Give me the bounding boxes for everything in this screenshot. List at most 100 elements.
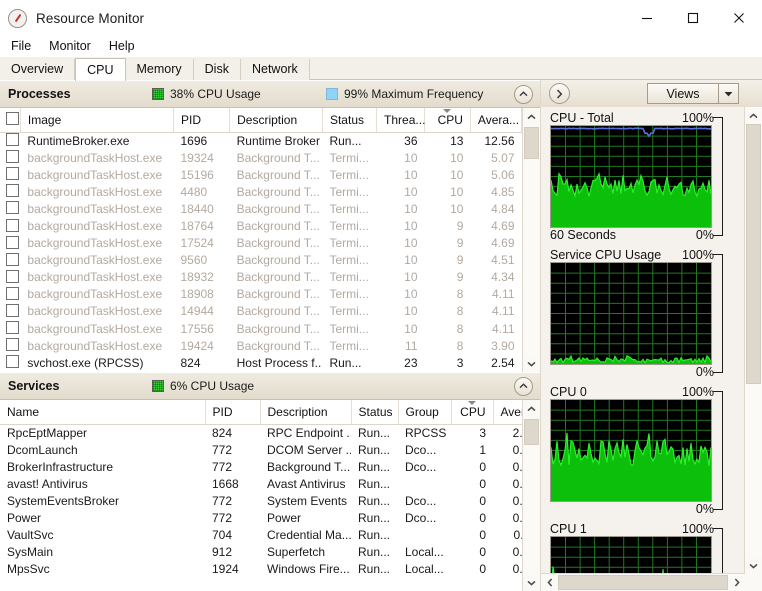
table-row[interactable]: backgroundTaskHost.exe 18764 Background T.… (0, 217, 522, 234)
processes-collapse-button[interactable] (514, 84, 533, 104)
table-row[interactable]: backgroundTaskHost.exe 18440 Background T.… (0, 200, 522, 217)
row-checkbox-cell[interactable] (0, 354, 20, 371)
row-checkbox-cell[interactable] (0, 217, 20, 234)
table-row[interactable]: backgroundTaskHost.exe 14944 Background T.… (0, 303, 522, 320)
col-average[interactable]: Avera... (470, 108, 522, 133)
processes-scrollbar[interactable] (522, 108, 540, 372)
row-checkbox[interactable] (6, 184, 19, 198)
tab-overview[interactable]: Overview (0, 59, 76, 80)
row-checkbox-cell[interactable] (0, 337, 20, 354)
row-checkbox[interactable] (6, 167, 19, 181)
svc-col-name[interactable]: Name (0, 400, 206, 425)
graph-pane-vscrollbar[interactable] (744, 107, 762, 574)
tab-disk[interactable]: Disk (193, 59, 241, 80)
graph-scroll-track[interactable] (745, 124, 762, 557)
services-scroll-thumb[interactable] (524, 419, 539, 445)
graph-scroll-thumb[interactable] (746, 124, 761, 384)
row-checkbox-cell[interactable] (0, 132, 20, 149)
row-checkbox-cell[interactable] (0, 303, 20, 320)
table-row[interactable]: SysMain 912 Superfetch Run... Local... 0 0.09 (0, 544, 522, 561)
row-checkbox-cell[interactable] (0, 320, 20, 337)
graph-hscroll-thumb[interactable] (558, 575, 728, 590)
tab-memory[interactable]: Memory (125, 59, 194, 80)
table-row[interactable]: RpcEptMapper 824 RPC Endpoint ... Run... RPC… (0, 424, 522, 441)
svc-col-cpu[interactable]: CPU (451, 400, 494, 425)
table-row[interactable]: backgroundTaskHost.exe 19324 Background T.… (0, 149, 522, 166)
table-row[interactable]: backgroundTaskHost.exe 19424 Background T.… (0, 337, 522, 354)
row-checkbox-cell[interactable] (0, 252, 20, 269)
services-scroll-track[interactable] (523, 417, 540, 574)
row-checkbox-cell[interactable] (0, 166, 20, 183)
row-checkbox[interactable] (6, 355, 19, 369)
menu-file[interactable]: File (7, 38, 40, 55)
row-checkbox[interactable] (6, 338, 19, 352)
graph-pane-hscrollbar[interactable] (541, 573, 745, 591)
graph-scroll-down-button[interactable] (745, 557, 762, 574)
table-row[interactable]: backgroundTaskHost.exe 17524 Background T.… (0, 235, 522, 252)
row-checkbox-cell[interactable] (0, 286, 20, 303)
close-button[interactable] (716, 0, 762, 36)
graph-hscroll-track[interactable] (558, 574, 728, 591)
graph-scroll-up-button[interactable] (745, 107, 762, 124)
processes-section-header[interactable]: Processes 38% CPU Usage 99% Maximum Freq… (0, 80, 540, 108)
views-dropdown-arrow[interactable] (719, 91, 738, 97)
table-row[interactable]: VaultSvc 704 Credential Ma... Run... 0 0.11 (0, 527, 522, 544)
select-all-checkbox[interactable] (6, 112, 19, 126)
tab-cpu[interactable]: CPU (75, 58, 126, 81)
tab-network[interactable]: Network (240, 59, 310, 80)
table-row[interactable]: backgroundTaskHost.exe 18908 Background T.… (0, 286, 522, 303)
graph-scroll-left-button[interactable] (541, 574, 558, 591)
table-row[interactable]: Power 772 Power Run... Dco... 0 0.19 (0, 509, 522, 526)
expand-graph-pane-button[interactable] (549, 83, 570, 104)
menu-help[interactable]: Help (105, 38, 144, 55)
col-image[interactable]: Image (20, 108, 174, 133)
row-checkbox[interactable] (6, 269, 19, 283)
table-row[interactable]: backgroundTaskHost.exe 9560 Background T..… (0, 252, 522, 269)
services-scrollbar[interactable] (522, 400, 540, 591)
svc-col-average[interactable]: Avera... (493, 400, 522, 425)
row-checkbox[interactable] (6, 133, 19, 147)
table-row[interactable]: backgroundTaskHost.exe 18932 Background T.… (0, 269, 522, 286)
svc-col-group[interactable]: Group (398, 400, 452, 425)
processes-scroll-thumb[interactable] (524, 127, 539, 159)
row-checkbox-cell[interactable] (0, 149, 20, 166)
row-checkbox-cell[interactable] (0, 235, 20, 252)
table-row[interactable]: SystemEventsBroker 772 System Events ... Ru… (0, 492, 522, 509)
services-scroll-up-button[interactable] (523, 400, 540, 417)
processes-select-all-header[interactable] (0, 108, 21, 133)
col-threads[interactable]: Threa... (376, 108, 425, 133)
processes-scroll-up-button[interactable] (523, 108, 540, 125)
col-cpu[interactable]: CPU (424, 108, 471, 133)
graph-scroll-right-button[interactable] (728, 574, 745, 591)
svc-col-status[interactable]: Status (351, 400, 399, 425)
row-checkbox[interactable] (6, 201, 19, 215)
svc-col-description[interactable]: Description (260, 400, 352, 425)
row-checkbox[interactable] (6, 150, 19, 164)
col-description[interactable]: Description (229, 108, 323, 133)
row-checkbox[interactable] (6, 303, 19, 317)
row-checkbox-cell[interactable] (0, 269, 20, 286)
table-row[interactable]: RuntimeBroker.exe 1696 Runtime Broker Run..… (0, 132, 522, 149)
row-checkbox-cell[interactable] (0, 200, 20, 217)
row-checkbox-cell[interactable] (0, 183, 20, 200)
minimize-button[interactable] (624, 0, 670, 36)
row-checkbox[interactable] (6, 218, 19, 232)
services-collapse-button[interactable] (514, 376, 533, 396)
row-checkbox[interactable] (6, 286, 19, 300)
row-checkbox[interactable] (6, 235, 19, 249)
table-row[interactable]: DcomLaunch 772 DCOM Server ... Run... Dco...… (0, 441, 522, 458)
services-section-header[interactable]: Services 6% CPU Usage (0, 372, 540, 400)
maximize-button[interactable] (670, 0, 716, 36)
views-button[interactable]: Views (647, 83, 739, 104)
row-checkbox[interactable] (6, 252, 19, 266)
col-status[interactable]: Status (322, 108, 378, 133)
table-row[interactable]: backgroundTaskHost.exe 4480 Background T..… (0, 183, 522, 200)
table-row[interactable]: backgroundTaskHost.exe 15196 Background T.… (0, 166, 522, 183)
table-row[interactable]: MpsSvc 1924 Windows Fire... Run... Local... 0… (0, 561, 522, 578)
table-row[interactable]: svchost.exe (RPCSS) 824 Host Process f... R… (0, 354, 522, 371)
svc-col-pid[interactable]: PID (205, 400, 261, 425)
processes-scroll-track[interactable] (523, 125, 540, 355)
col-pid[interactable]: PID (173, 108, 231, 133)
table-row[interactable]: BrokerInfrastructure 772 Background T... Ru… (0, 458, 522, 475)
table-row[interactable]: avast! Antivirus 1668 Avast Antivirus Run..… (0, 475, 522, 492)
